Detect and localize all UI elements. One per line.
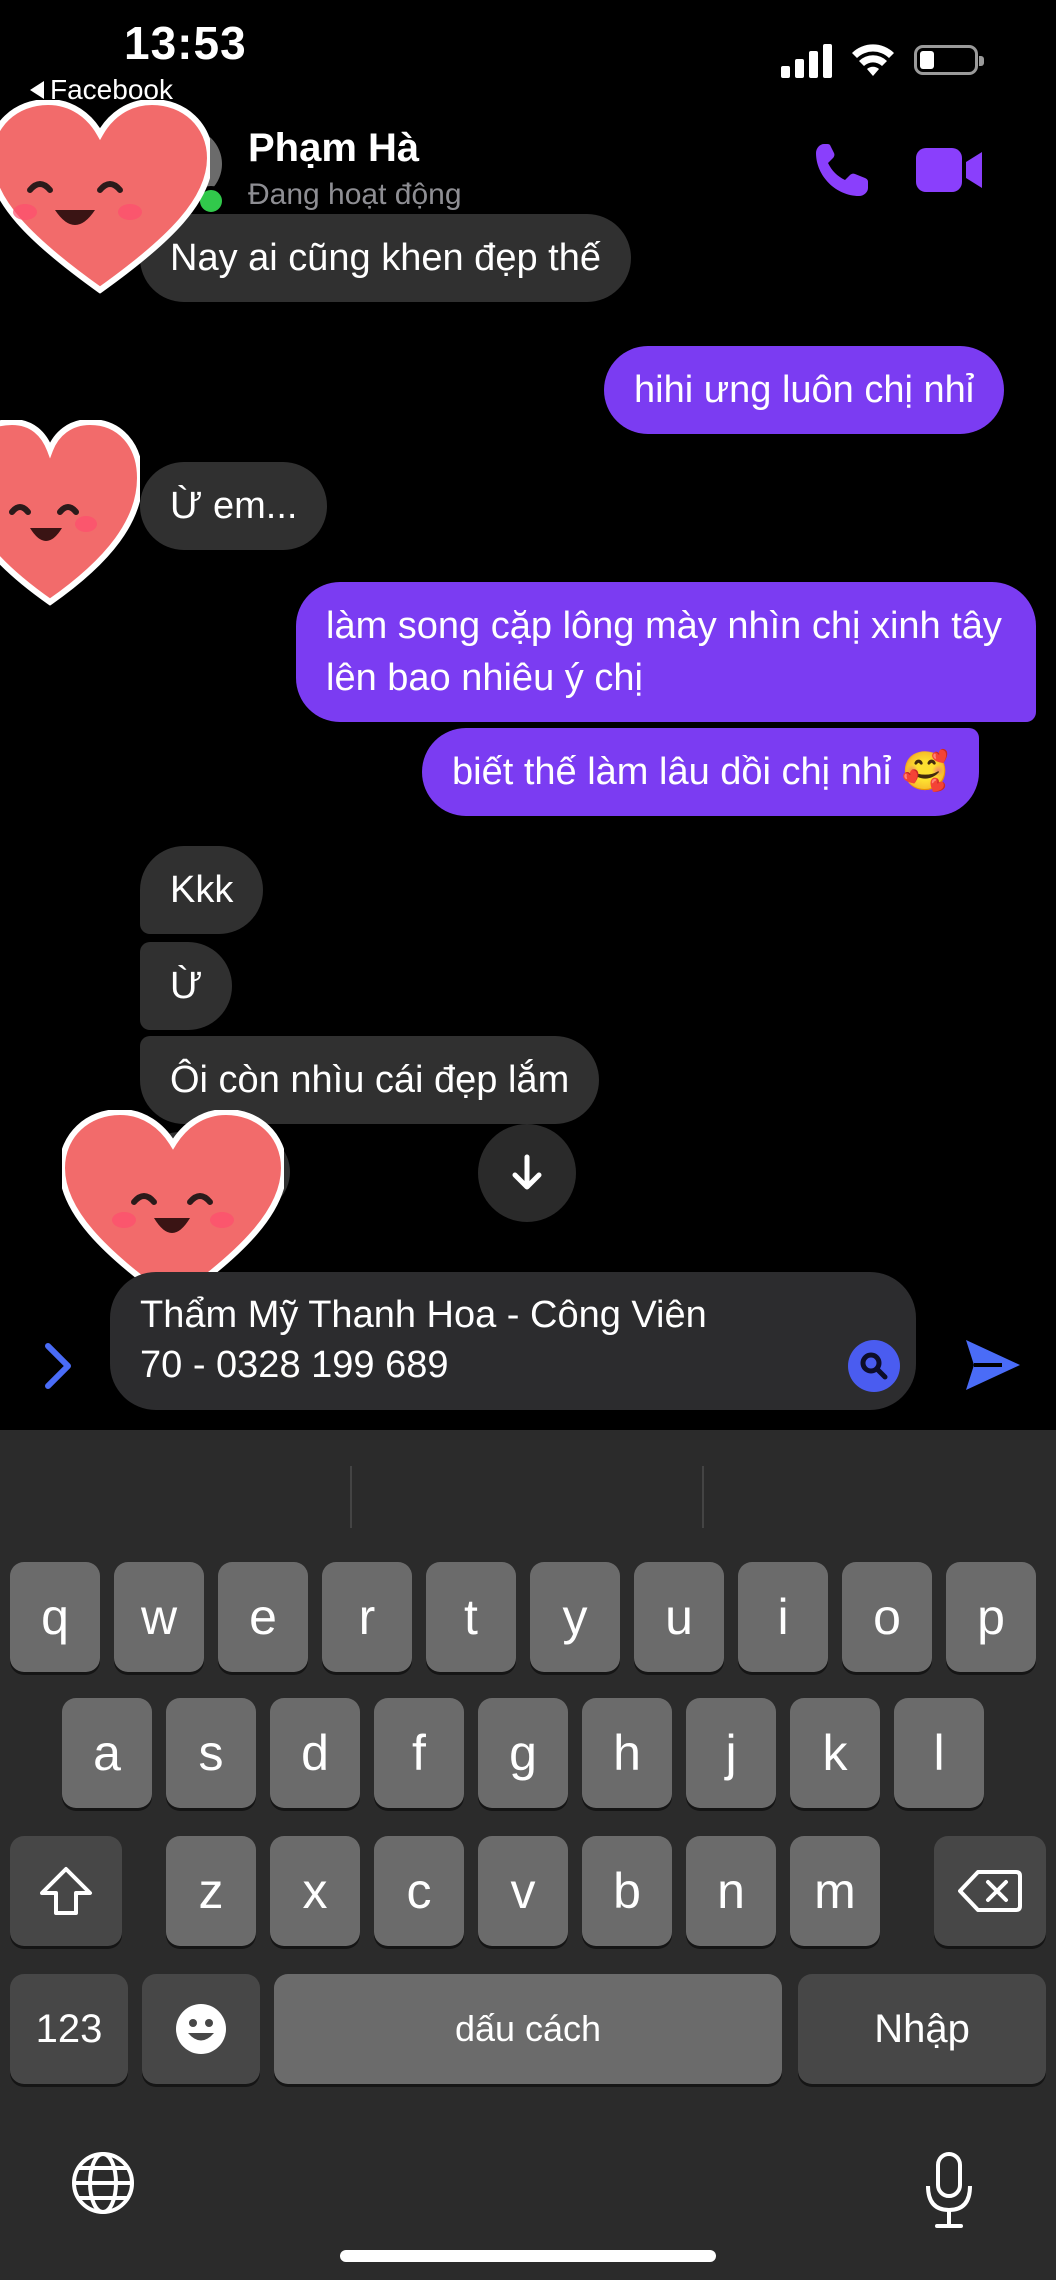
back-arrow-icon xyxy=(30,81,44,99)
heart-face-sticker xyxy=(0,420,140,606)
heart-face-sticker xyxy=(0,100,210,294)
shift-key[interactable] xyxy=(10,1836,122,1946)
key-q[interactable]: q xyxy=(10,1562,100,1672)
incoming-message[interactable]: Ừ em... xyxy=(140,462,328,550)
key-o[interactable]: o xyxy=(842,1562,932,1672)
status-time: 13:53 xyxy=(124,17,247,69)
numbers-key[interactable]: 123 xyxy=(10,1974,128,2084)
outgoing-message[interactable]: hihi ưng luôn chị nhỉ xyxy=(604,346,1005,434)
emoji-key[interactable] xyxy=(142,1974,260,2084)
chevron-right-icon[interactable] xyxy=(38,1338,78,1394)
video-camera-icon[interactable] xyxy=(914,144,984,196)
backspace-key[interactable] xyxy=(934,1836,1046,1946)
incoming-message[interactable]: Ừ xyxy=(140,942,233,1030)
key-i[interactable]: i xyxy=(738,1562,828,1672)
key-e[interactable]: e xyxy=(218,1562,308,1672)
key-v[interactable]: v xyxy=(478,1836,568,1946)
suggestion-divider xyxy=(702,1466,704,1528)
incoming-message[interactable]: Nay ai cũng khen đẹp thế xyxy=(140,214,631,302)
key-p[interactable]: p xyxy=(946,1562,1036,1672)
suggestion-divider xyxy=(350,1466,352,1528)
wifi-icon xyxy=(852,44,894,76)
key-x[interactable]: x xyxy=(270,1836,360,1946)
key-t[interactable]: t xyxy=(426,1562,516,1672)
key-f[interactable]: f xyxy=(374,1698,464,1808)
key-n[interactable]: n xyxy=(686,1836,776,1946)
search-icon[interactable] xyxy=(848,1340,900,1392)
key-g[interactable]: g xyxy=(478,1698,568,1808)
space-key[interactable]: dấu cách xyxy=(274,1974,782,2084)
key-m[interactable]: m xyxy=(790,1836,880,1946)
emoji-icon xyxy=(176,2004,226,2054)
incoming-message[interactable]: Kkk xyxy=(140,846,264,934)
key-s[interactable]: s xyxy=(166,1698,256,1808)
backspace-icon xyxy=(958,1870,1022,1912)
contact-name[interactable]: Phạm Hà xyxy=(248,126,419,171)
send-icon[interactable] xyxy=(962,1334,1024,1396)
key-w[interactable]: w xyxy=(114,1562,204,1672)
home-indicator[interactable] xyxy=(340,2250,716,2262)
key-u[interactable]: u xyxy=(634,1562,724,1672)
key-j[interactable]: j xyxy=(686,1698,776,1808)
shift-icon xyxy=(40,1867,92,1915)
key-b[interactable]: b xyxy=(582,1836,672,1946)
key-h[interactable]: h xyxy=(582,1698,672,1808)
globe-icon[interactable] xyxy=(70,2150,136,2216)
outgoing-message[interactable]: biết thế làm lâu dồi chị nhỉ 🥰 xyxy=(422,728,980,816)
key-d[interactable]: d xyxy=(270,1698,360,1808)
return-key[interactable]: Nhập xyxy=(798,1974,1046,2084)
status-icons xyxy=(781,42,984,78)
key-r[interactable]: r xyxy=(322,1562,412,1672)
message-input[interactable]: Thẩm Mỹ Thanh Hoa - Công Viên 70 - 0328 … xyxy=(110,1272,916,1410)
microphone-icon[interactable] xyxy=(924,2150,974,2230)
scroll-to-bottom-button[interactable] xyxy=(478,1124,576,1222)
key-k[interactable]: k xyxy=(790,1698,880,1808)
outgoing-message[interactable]: làm song cặp lông mày nhìn chị xinh tây … xyxy=(296,582,1036,722)
phone-icon[interactable] xyxy=(810,140,872,202)
key-z[interactable]: z xyxy=(166,1836,256,1946)
arrow-down-icon xyxy=(512,1154,542,1190)
battery-icon xyxy=(914,45,984,75)
message-input-text[interactable]: Thẩm Mỹ Thanh Hoa - Công Viên 70 - 0328 … xyxy=(140,1290,820,1390)
key-c[interactable]: c xyxy=(374,1836,464,1946)
key-a[interactable]: a xyxy=(62,1698,152,1808)
contact-status: Đang hoạt động xyxy=(248,178,462,211)
key-y[interactable]: y xyxy=(530,1562,620,1672)
key-l[interactable]: l xyxy=(894,1698,984,1808)
cellular-signal-icon xyxy=(781,42,832,78)
